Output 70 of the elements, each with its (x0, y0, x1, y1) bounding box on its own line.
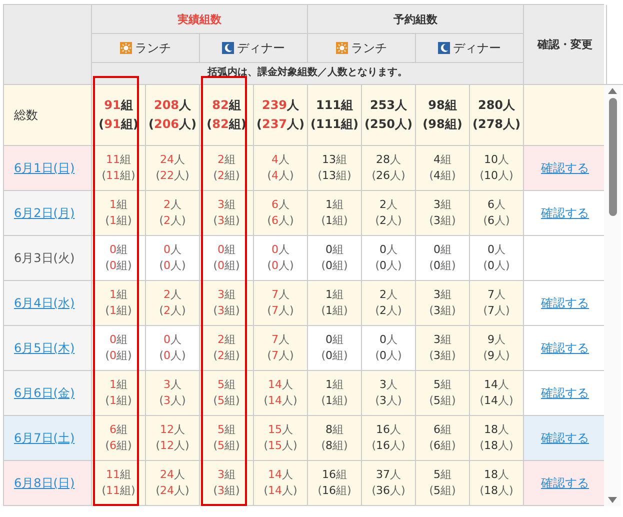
count-cell: 7人 (7人) (470, 281, 524, 326)
count-cell: 28人 (26人) (362, 146, 416, 191)
date-text: 6月3日(火) (14, 250, 75, 266)
count-cell: 2人 (2人) (146, 281, 200, 326)
total-label: 総数 (14, 106, 38, 124)
scrollbar[interactable] (604, 85, 621, 506)
count-cell: 1組 (1組) (92, 281, 146, 326)
scroll-down-icon[interactable] (608, 497, 617, 503)
count-cell: 2組 (2組) (200, 326, 254, 371)
count-cell: 13組 (13組) (308, 146, 362, 191)
count-cell: 3人 (3人) (362, 371, 416, 416)
count-cell: 3人 (3人) (146, 371, 200, 416)
count-cell: 1組 (1組) (92, 371, 146, 416)
moon-icon (222, 42, 234, 54)
count-cell: 24人 (24人) (146, 461, 200, 506)
count-cell: 1組 (1組) (308, 371, 362, 416)
count-cell: 8組 (8組) (308, 416, 362, 461)
confirm-link[interactable]: 確認する (541, 340, 589, 356)
count-cell: 7人 (7人) (254, 281, 308, 326)
meal-header: ランチ (308, 34, 416, 63)
count-cell: 14人 (14人) (470, 371, 524, 416)
count-cell: 4人 (4人) (254, 146, 308, 191)
count-cell: 2組 (2組) (200, 146, 254, 191)
confirm-link[interactable]: 確認する (541, 295, 589, 311)
count-cell: 9人 (9人) (470, 326, 524, 371)
count-cell: 6組 (6組) (92, 416, 146, 461)
count-cell: 3組 (3組) (416, 281, 470, 326)
count-cell: 3組 (3組) (416, 326, 470, 371)
count-cell: 2人 (2人) (146, 191, 200, 236)
count-cell: 1組 (1組) (308, 191, 362, 236)
count-cell: 37人 (36人) (362, 461, 416, 506)
count-cell: 18人 (18人) (470, 461, 524, 506)
count-cell: 3組 (3組) (416, 191, 470, 236)
count-cell: 2人 (2人) (362, 281, 416, 326)
count-cell: 6組 (6組) (416, 416, 470, 461)
count-cell: 2人 (2人) (362, 191, 416, 236)
scroll-up-icon[interactable] (608, 88, 617, 94)
count-cell: 7人 (7人) (254, 326, 308, 371)
meal-header: ディナー (200, 34, 308, 63)
count-cell: 6人 (6人) (470, 191, 524, 236)
count-cell: 3組 (3組) (200, 191, 254, 236)
count-cell: 5組 (5組) (416, 371, 470, 416)
confirm-link[interactable]: 確認する (541, 385, 589, 401)
count-cell: 12人 (12人) (146, 416, 200, 461)
count-cell: 3組 (3組) (200, 281, 254, 326)
count-cell: 1組 (1組) (92, 191, 146, 236)
count-cell: 16人 (16人) (362, 416, 416, 461)
count-cell: 1組 (1組) (308, 281, 362, 326)
scrollbar-thumb[interactable] (608, 98, 616, 216)
moon-icon (438, 42, 450, 54)
sun-icon (336, 42, 348, 54)
count-cell: 14人 (14人) (254, 461, 308, 506)
sun-icon (120, 42, 132, 54)
count-cell: 11組 (11組) (92, 146, 146, 191)
group-header: 実績組数 (92, 5, 308, 34)
count-cell: 5組 (5組) (200, 416, 254, 461)
count-cell: 5組 (5組) (416, 461, 470, 506)
count-cell: 18人 (18人) (470, 416, 524, 461)
meal-header: ランチ (92, 34, 200, 63)
count-cell: 5組 (5組) (200, 371, 254, 416)
count-cell: 4組 (4組) (416, 146, 470, 191)
confirm-link[interactable]: 確認する (541, 205, 589, 221)
group-header: 予約組数 (308, 5, 524, 34)
count-cell: 14人 (14人) (254, 371, 308, 416)
count-cell: 15人 (15人) (254, 416, 308, 461)
count-cell: 10人 (10人) (470, 146, 524, 191)
meal-header: ディナー (416, 34, 524, 63)
count-cell: 6人 (6人) (254, 191, 308, 236)
count-cell: 24人 (22人) (146, 146, 200, 191)
count-cell: 16組 (16組) (308, 461, 362, 506)
